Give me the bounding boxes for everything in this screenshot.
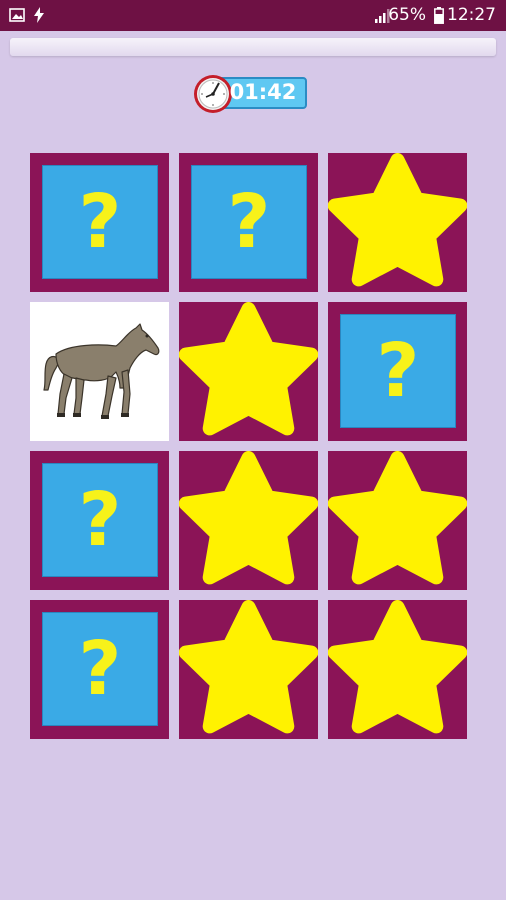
question-tile: ? — [340, 314, 456, 428]
timer: 01:42 — [193, 72, 309, 116]
battery-icon — [434, 7, 444, 24]
card-hidden[interactable]: ? — [30, 153, 169, 292]
question-mark: ? — [78, 626, 122, 712]
question-tile: ? — [42, 463, 158, 577]
top-panel — [10, 38, 496, 56]
timer-text: 01:42 — [229, 80, 297, 104]
image-icon — [9, 8, 25, 22]
card-matched[interactable] — [179, 600, 318, 739]
battery-percent: 65% — [388, 5, 426, 25]
card-matched[interactable] — [328, 153, 467, 292]
star-icon — [179, 600, 318, 734]
card-matched[interactable] — [328, 451, 467, 590]
card-matched[interactable] — [179, 302, 318, 441]
question-mark: ? — [227, 179, 271, 265]
question-mark: ? — [78, 477, 122, 563]
star-icon — [179, 451, 318, 585]
game-board: ????? — [30, 153, 467, 739]
star-icon — [328, 451, 467, 585]
card-matched[interactable] — [328, 600, 467, 739]
card-matched[interactable] — [179, 451, 318, 590]
question-tile: ? — [42, 612, 158, 726]
card-hidden[interactable]: ? — [30, 451, 169, 590]
star-icon — [179, 302, 318, 436]
question-tile: ? — [191, 165, 307, 279]
status-time: 12:27 — [447, 5, 496, 25]
card-revealed[interactable] — [30, 302, 169, 441]
question-mark: ? — [78, 179, 122, 265]
card-hidden[interactable]: ? — [179, 153, 318, 292]
card-hidden[interactable]: ? — [328, 302, 467, 441]
star-icon — [328, 153, 467, 287]
horse-icon — [43, 323, 160, 419]
question-tile: ? — [42, 165, 158, 279]
question-mark: ? — [376, 328, 420, 414]
star-icon — [328, 600, 467, 734]
status-bar: 65% 12:27 — [0, 0, 506, 31]
flash-icon — [34, 7, 44, 23]
card-hidden[interactable]: ? — [30, 600, 169, 739]
